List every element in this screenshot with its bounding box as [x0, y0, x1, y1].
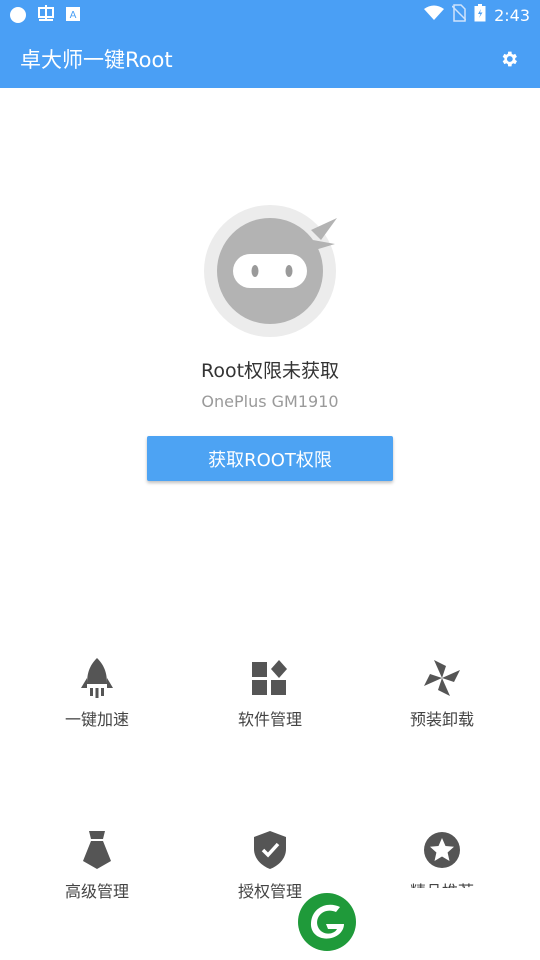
app-bar: 卓大师一键Root — [0, 30, 540, 88]
bug-icon — [36, 4, 56, 26]
tool-label: 授权管理 — [237, 882, 302, 901]
tool-label: 一键加速 — [64, 710, 129, 729]
battery-icon — [474, 4, 486, 26]
main-content: Root权限未获取 OnePlus GM1910 获取ROOT权限 一键加速 软… — [0, 88, 540, 960]
status-bar-left: A — [10, 4, 80, 26]
pinwheel-icon — [422, 658, 462, 698]
wifi-icon — [424, 5, 445, 25]
tool-label: 预装卸载 — [409, 710, 474, 729]
clock: 2:43 — [494, 5, 530, 25]
tool-item-speedup[interactable]: 一键加速 — [7, 658, 187, 730]
gear-icon — [502, 51, 517, 67]
font-icon: A — [66, 6, 80, 25]
rocket-icon — [77, 658, 117, 698]
root-status-text: Root权限未获取 — [200, 360, 340, 382]
get-root-button[interactable]: 获取ROOT权限 — [147, 436, 393, 481]
tool-label: 软件管理 — [237, 710, 302, 729]
tool-item-app-manager[interactable]: 软件管理 — [180, 658, 360, 730]
tool-item-advanced[interactable]: 高级管理 — [7, 830, 187, 902]
no-sim-icon — [451, 4, 467, 26]
circle-icon — [10, 7, 26, 23]
apps-icon — [250, 658, 290, 698]
tie-icon — [77, 830, 117, 870]
star-icon — [422, 830, 462, 870]
app-title: 卓大师一键Root — [20, 48, 173, 72]
shield-check-icon — [250, 830, 290, 870]
watermark-logo-icon — [298, 893, 356, 951]
svg-text:A: A — [70, 10, 77, 21]
status-bar: A 2:43 — [0, 0, 540, 30]
tool-label: 精品推荐 — [410, 878, 474, 888]
tool-item-authorization[interactable]: 授权管理 — [180, 830, 360, 902]
tool-item-preinstall-uninstall[interactable]: 预装卸载 — [352, 658, 532, 730]
tool-label: 高级管理 — [64, 882, 129, 901]
device-model: OnePlus GM1910 — [201, 392, 339, 411]
ninja-avatar-icon — [203, 204, 337, 338]
settings-button[interactable] — [498, 48, 520, 70]
tool-item-recommend[interactable]: 精品推荐 — [352, 830, 532, 888]
status-bar-right: 2:43 — [424, 4, 530, 26]
